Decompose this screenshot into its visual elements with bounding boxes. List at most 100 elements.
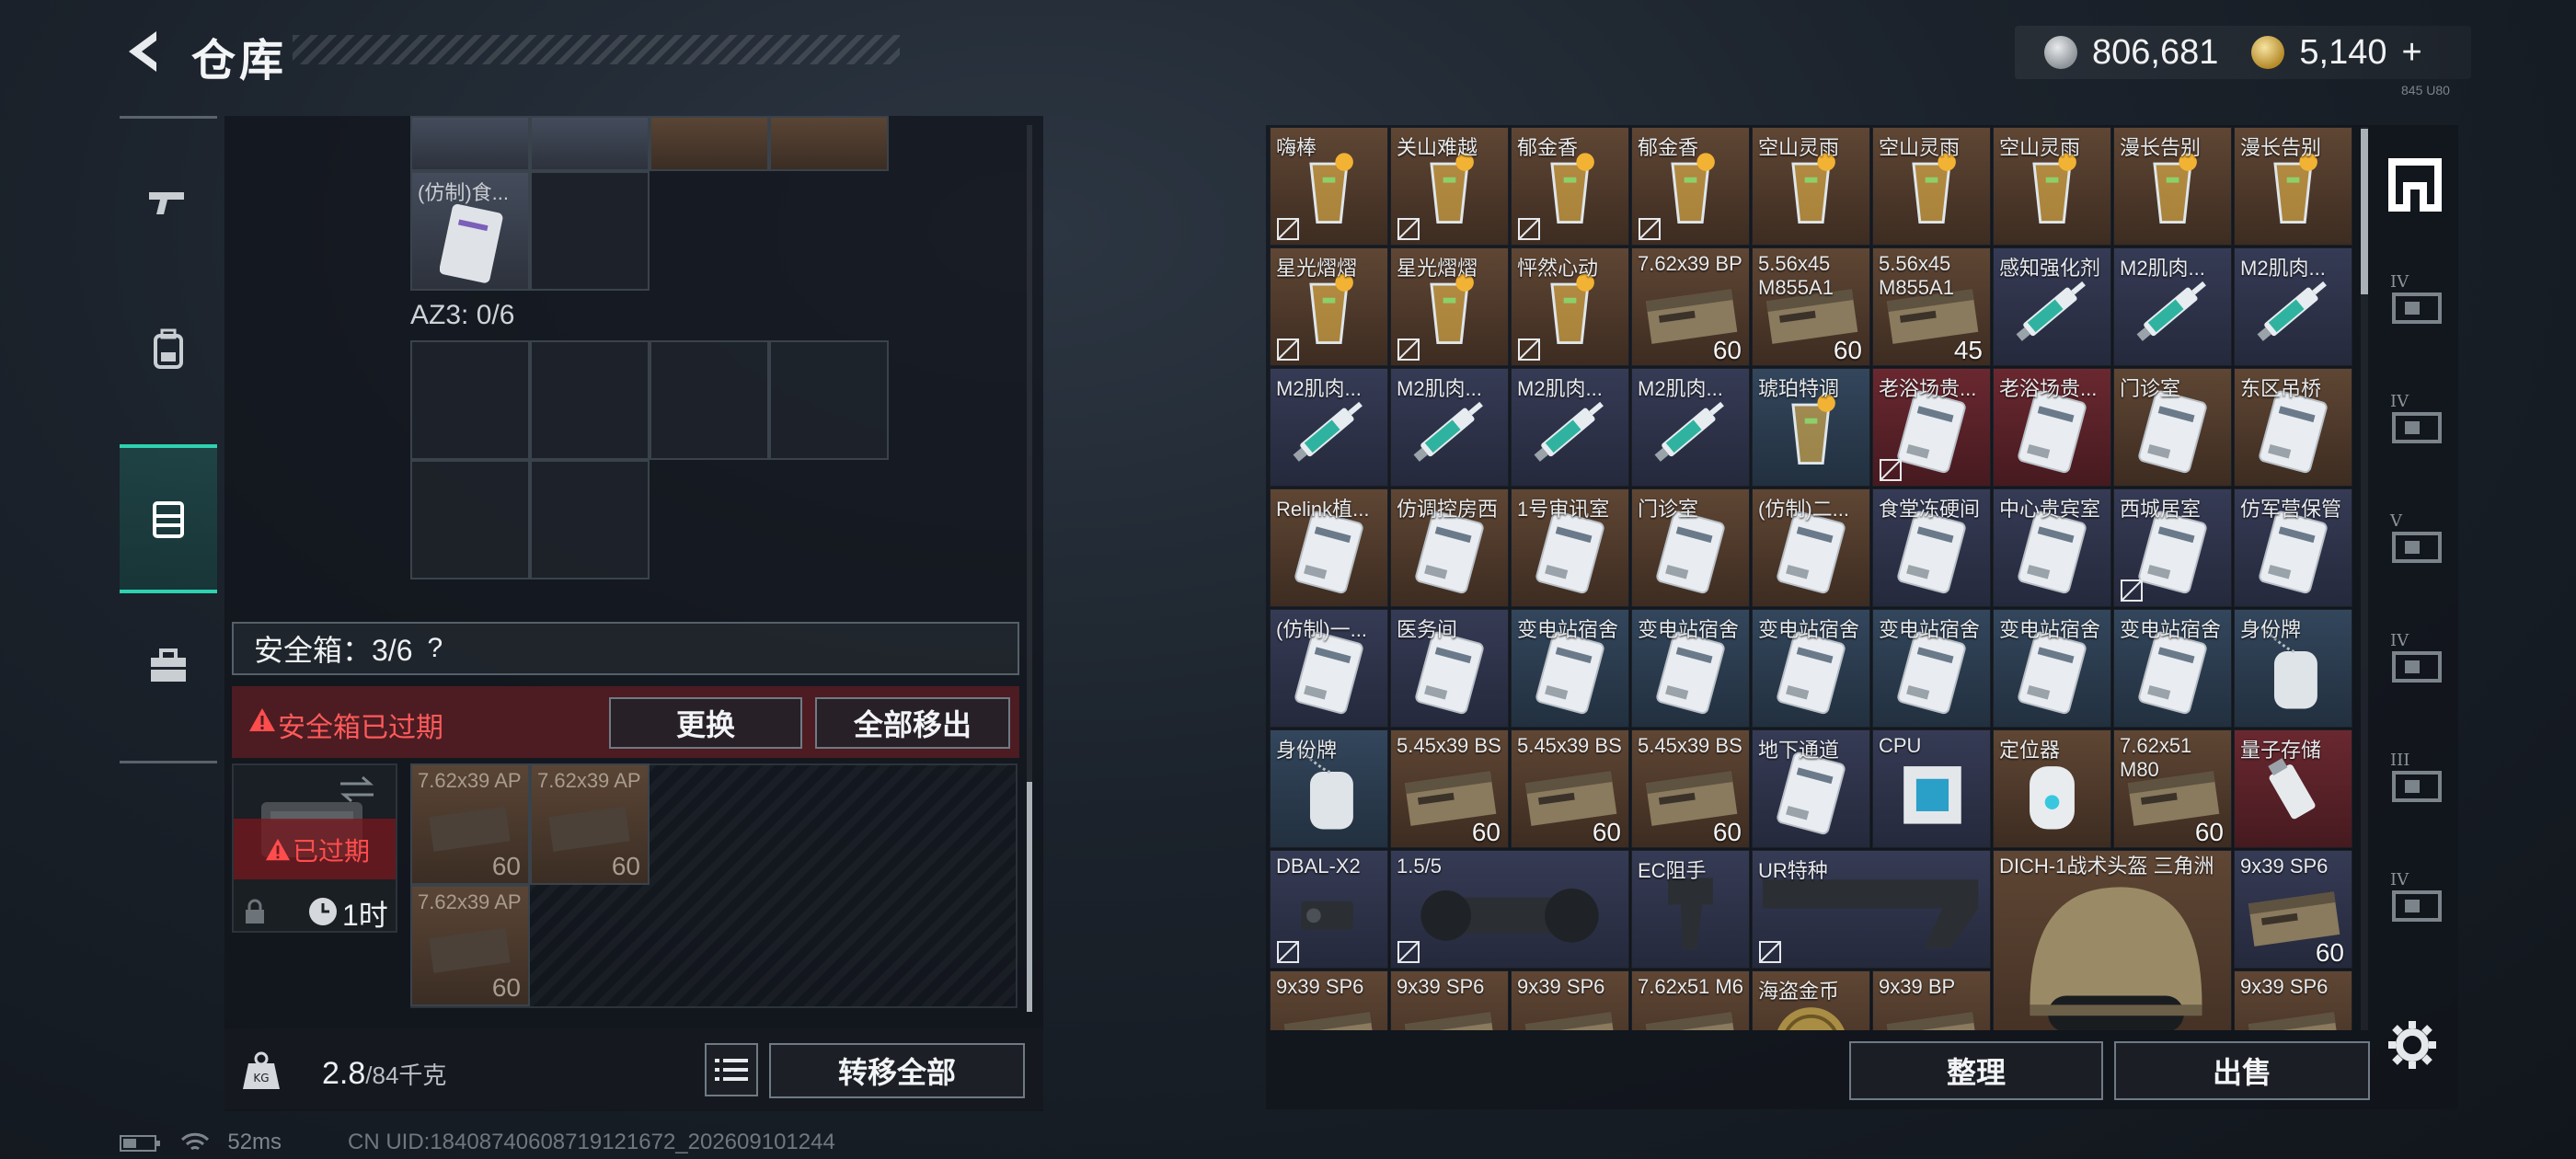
stash-item[interactable]: 量子存储 xyxy=(2234,729,2352,848)
stash-item[interactable]: 怦然心动 xyxy=(1511,247,1629,366)
az3-slot[interactable] xyxy=(530,340,650,460)
stash-tab-4[interactable]: V xyxy=(2383,511,2447,576)
stash-item[interactable]: 5.56x45 M855A1 45 xyxy=(1872,247,1991,366)
inventory-slot[interactable] xyxy=(769,116,889,171)
stash-item[interactable]: 郁金香 xyxy=(1511,127,1629,246)
stash-item[interactable]: 5.45x39 BS 60 xyxy=(1390,729,1509,848)
stash-item[interactable]: 5.45x39 BS 60 xyxy=(1511,729,1629,848)
stash-item[interactable]: 感知强化剂 xyxy=(1993,247,2111,366)
stash-item[interactable]: M2肌肉... xyxy=(1511,368,1629,487)
stash-item[interactable]: 1号审讯室 xyxy=(1511,488,1629,607)
stash-item[interactable]: M2肌肉... xyxy=(1631,368,1750,487)
stash-item[interactable]: 医务间 xyxy=(1390,609,1509,728)
help-icon[interactable]: ? xyxy=(428,633,443,664)
stash-item[interactable]: 老浴场贵... xyxy=(1993,368,2111,487)
stash-tab-6[interactable]: III xyxy=(2383,751,2447,815)
stash-item[interactable]: 7.62x39 BP 60 xyxy=(1631,247,1750,366)
stash-tab-5[interactable]: IV xyxy=(2383,631,2447,695)
safe-box-item[interactable]: 7.62x39 AP 60 xyxy=(410,885,530,1006)
stash-item[interactable]: 变电站宿舍 xyxy=(1993,609,2111,728)
stash-item[interactable]: 星光熠熠 xyxy=(1270,247,1388,366)
stash-item[interactable]: 空山灵雨 xyxy=(1752,127,1870,246)
move-all-out-button[interactable]: 全部移出 xyxy=(815,697,1010,749)
sort-button[interactable]: 整理 xyxy=(1849,1041,2103,1100)
stash-item[interactable]: 身份牌 xyxy=(1270,729,1388,848)
stash-item[interactable]: 空山灵雨 xyxy=(1872,127,1991,246)
replace-button[interactable]: 更换 xyxy=(609,697,802,749)
stash-item[interactable]: DBAL-X2 xyxy=(1270,850,1388,969)
stash-item[interactable]: 星光熠熠 xyxy=(1390,247,1509,366)
stash-item[interactable]: 嗨棒 xyxy=(1270,127,1388,246)
stash-item[interactable]: 9x39 SP6 xyxy=(2234,970,2352,1030)
safe-box-item[interactable]: 7.62x39 AP 60 xyxy=(530,763,650,885)
stash-item[interactable]: 9x39 SP6 xyxy=(1390,970,1509,1030)
stash-item[interactable]: 变电站宿舍 xyxy=(1872,609,1991,728)
stash-item[interactable]: 5.56x45 M855A1 60 xyxy=(1752,247,1870,366)
stash-tab-2[interactable]: IV xyxy=(2383,272,2447,337)
stash-item[interactable]: 仿调控房西 xyxy=(1390,488,1509,607)
inventory-slot[interactable] xyxy=(410,116,530,171)
sidebar-item-backpack[interactable] xyxy=(120,275,217,424)
stash-item[interactable]: 东区吊桥 xyxy=(2234,368,2352,487)
stash-item[interactable]: 9x39 SP6 xyxy=(1270,970,1388,1030)
stash-item[interactable]: 门诊室 xyxy=(2113,368,2232,487)
stash-item[interactable]: 仿军营保管 xyxy=(2234,488,2352,607)
sell-button[interactable]: 出售 xyxy=(2114,1041,2370,1100)
az3-slot[interactable] xyxy=(410,460,530,580)
stash-item[interactable]: M2肌肉... xyxy=(1390,368,1509,487)
stash-item[interactable]: 漫长告别 xyxy=(2113,127,2232,246)
stash-item[interactable]: 9x39 SP6 60 xyxy=(2234,850,2352,969)
list-view-button[interactable] xyxy=(705,1043,758,1096)
inventory-slot[interactable] xyxy=(650,116,769,171)
inventory-slot[interactable] xyxy=(530,116,650,171)
stash-item[interactable]: 郁金香 xyxy=(1631,127,1750,246)
stash-item[interactable]: 7.62x51 M80 60 xyxy=(2113,729,2232,848)
inventory-item[interactable]: (仿制)食... xyxy=(410,171,530,291)
stash-item[interactable]: UR特种 xyxy=(1752,850,1991,969)
stash-item[interactable]: 变电站宿舍 xyxy=(1631,609,1750,728)
stash-item[interactable]: 老浴场贵... xyxy=(1872,368,1991,487)
inventory-slot[interactable] xyxy=(530,171,650,291)
stash-item[interactable]: 9x39 SP6 xyxy=(1511,970,1629,1030)
sidebar-item-chest-rig[interactable] xyxy=(120,444,217,593)
stash-item[interactable]: EC阻手 xyxy=(1631,850,1750,969)
stash-scrollbar-thumb[interactable] xyxy=(2361,129,2368,294)
stash-item[interactable]: 门诊室 xyxy=(1631,488,1750,607)
stash-item[interactable]: 9x39 BP xyxy=(1872,970,1991,1030)
back-button[interactable] xyxy=(120,26,166,77)
stash-item[interactable]: CPU xyxy=(1872,729,1991,848)
stash-item[interactable]: 西城居室 xyxy=(2113,488,2232,607)
stash-item[interactable]: 变电站宿舍 xyxy=(2113,609,2232,728)
stash-item[interactable]: Relink植... xyxy=(1270,488,1388,607)
sidebar-item-weapons[interactable] xyxy=(120,126,217,275)
az3-slot[interactable] xyxy=(530,460,650,580)
stash-item[interactable]: 身份牌 xyxy=(2234,609,2352,728)
stash-item[interactable]: 变电站宿舍 xyxy=(1511,609,1629,728)
stash-tab-7[interactable]: IV xyxy=(2383,870,2447,935)
az3-slot[interactable] xyxy=(650,340,769,460)
stash-item[interactable]: 食堂冻硬间 xyxy=(1872,488,1991,607)
az3-slot[interactable] xyxy=(769,340,889,460)
stash-item[interactable]: 定位器 xyxy=(1993,729,2111,848)
stash-item[interactable]: 地下通道 xyxy=(1752,729,1870,848)
stash-item[interactable]: 空山灵雨 xyxy=(1993,127,2111,246)
stash-item[interactable]: 5.45x39 BS 60 xyxy=(1631,729,1750,848)
add-currency-button[interactable]: + xyxy=(2401,33,2421,73)
stash-item[interactable]: 中心贵宾室 xyxy=(1993,488,2111,607)
stash-item[interactable]: 7.62x51 M6 xyxy=(1631,970,1750,1030)
stash-item[interactable]: DICH-1战术头盔 三角洲 xyxy=(1993,850,2232,1030)
stash-item[interactable]: M2肌肉... xyxy=(2113,247,2232,366)
stash-item[interactable]: 漫长告别 xyxy=(2234,127,2352,246)
transfer-all-button[interactable]: 转移全部 xyxy=(769,1043,1025,1098)
stash-item[interactable]: 海盗金币 xyxy=(1752,970,1870,1030)
safe-box-item[interactable]: 7.62x39 AP 60 xyxy=(410,763,530,885)
stash-item[interactable]: M2肌肉... xyxy=(2234,247,2352,366)
stash-item[interactable]: 关山难越 xyxy=(1390,127,1509,246)
gear-icon[interactable] xyxy=(2386,1019,2438,1071)
az3-slot[interactable] xyxy=(410,340,530,460)
stash-tab-3[interactable]: IV xyxy=(2383,392,2447,456)
left-scrollbar-thumb[interactable] xyxy=(1027,782,1032,1012)
stash-item[interactable]: 变电站宿舍 xyxy=(1752,609,1870,728)
stash-item[interactable]: 1.5/5 xyxy=(1390,850,1629,969)
sidebar-item-toolbox[interactable] xyxy=(120,591,217,740)
